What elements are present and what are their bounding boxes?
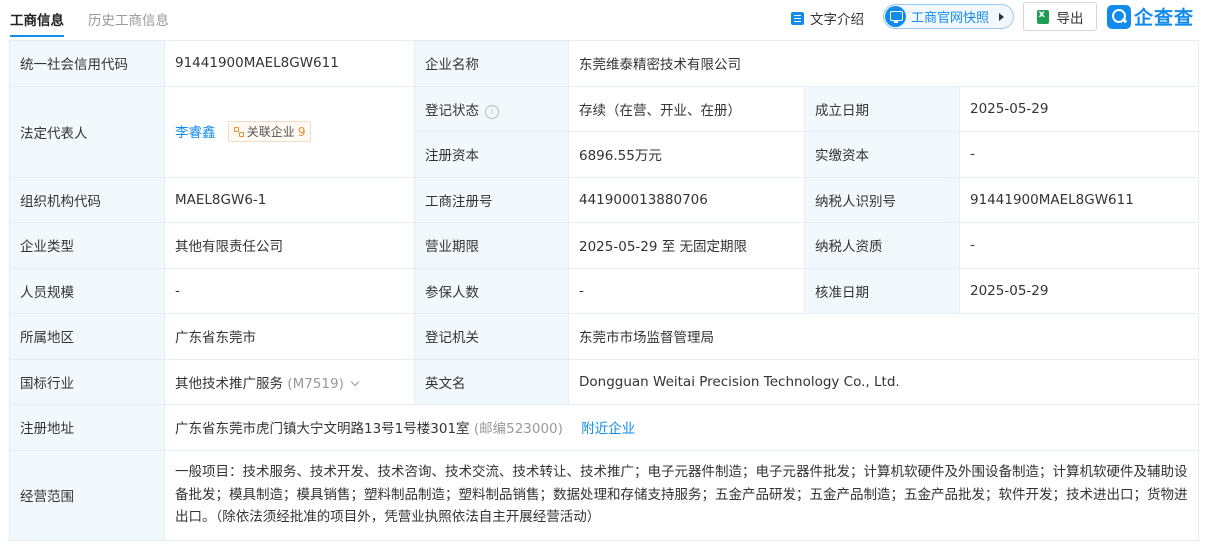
company-name-label: 企业名称 <box>414 40 569 87</box>
table-row: 注册地址 广东省东莞市虎门镇大宁文明路13号1号楼301室 (邮编523000)… <box>9 404 1199 451</box>
address-cell: 广东省东莞市虎门镇大宁文明路13号1号楼301室 (邮编523000) 附近企业 <box>164 404 1199 451</box>
tab-history-business-info[interactable]: 历史工商信息 <box>88 9 169 29</box>
org-code-label: 组织机构代码 <box>9 176 165 223</box>
industry-cell[interactable]: 其他技术推广服务 (M7519) <box>164 358 415 405</box>
postcode: (邮编523000) <box>473 421 563 438</box>
staff-size-value: - <box>164 267 415 314</box>
chevron-down-icon[interactable] <box>350 377 360 386</box>
founded-label: 成立日期 <box>804 85 960 132</box>
taxpayer-qual-value: - <box>959 222 1199 269</box>
credit-code-label: 统一社会信用代码 <box>9 40 165 87</box>
logo-text: 企查查 <box>1134 7 1195 29</box>
english-name-value: Dongguan Weitai Precision Technology Co.… <box>568 358 1199 405</box>
excel-icon <box>1036 9 1049 24</box>
reg-no-value: 441900013880706 <box>568 176 805 223</box>
taxpayer-id-label: 纳税人识别号 <box>804 176 960 223</box>
paid-capital-label: 实缴资本 <box>804 131 960 178</box>
reg-capital-value: 6896.55万元 <box>568 131 805 178</box>
document-icon <box>791 11 804 25</box>
text-intro-label: 文字介绍 <box>810 12 864 28</box>
company-name-value: 东莞维泰精密技术有限公司 <box>568 40 1199 87</box>
info-icon[interactable]: i <box>485 104 499 119</box>
table-row: 企业类型 其他有限责任公司 营业期限 2025-05-29 至 无固定期限 纳税… <box>9 222 1199 269</box>
address-value: 广东省东莞市虎门镇大宁文明路13号1号楼301室 <box>175 421 470 438</box>
taxpayer-id-value: 91441900MAEL8GW611 <box>959 176 1199 223</box>
relation-icon <box>233 126 244 137</box>
snapshot-icon <box>885 6 906 27</box>
taxpayer-qual-label: 纳税人资质 <box>804 222 960 269</box>
export-label: 导出 <box>1056 10 1084 27</box>
tab-business-info[interactable]: 工商信息 <box>10 9 64 37</box>
table-row: 法定代表人 李睿鑫 关联企业 9 登记状态 i 存续（在营、开业、在册） 成立日期… <box>9 85 1199 178</box>
credit-code-value: 91441900MAEL8GW611 <box>164 40 415 87</box>
reg-capital-label: 注册资本 <box>414 131 569 178</box>
region-value: 广东省东莞市 <box>164 313 415 360</box>
reg-no-label: 工商注册号 <box>414 176 569 223</box>
reg-authority-label: 登记机关 <box>414 313 569 360</box>
paid-capital-value: - <box>959 131 1199 178</box>
nearby-companies-link[interactable]: 附近企业 <box>581 421 635 437</box>
legal-rep-cell: 李睿鑫 关联企业 9 <box>164 85 415 178</box>
official-snapshot-button[interactable]: 工商官网快照 <box>883 4 1014 29</box>
status-label: 登记状态 <box>425 102 479 119</box>
company-type-label: 企业类型 <box>9 222 165 269</box>
business-term-value: 2025-05-29 至 无固定期限 <box>568 222 805 269</box>
logo-mark-icon <box>1107 4 1131 29</box>
top-bar: 工商信息 历史工商信息 文字介绍 工商官网快照 导出 企查查 <box>0 0 1206 38</box>
legal-rep-label: 法定代表人 <box>9 85 165 178</box>
play-arrow-icon <box>999 13 1004 21</box>
related-companies-tag[interactable]: 关联企业 9 <box>227 121 312 143</box>
table-row: 国标行业 其他技术推广服务 (M7519) 英文名 Dongguan Weita… <box>9 358 1199 405</box>
status-label-cell: 登记状态 i <box>414 85 569 132</box>
english-name-label: 英文名 <box>414 358 569 405</box>
table-row: 组织机构代码 MAEL8GW6-1 工商注册号 441900013880706 … <box>9 176 1199 223</box>
company-type-value: 其他有限责任公司 <box>164 222 415 269</box>
business-term-label: 营业期限 <box>414 222 569 269</box>
approved-date-value: 2025-05-29 <box>959 267 1199 314</box>
related-companies-label: 关联企业 <box>246 125 295 140</box>
legal-rep-link[interactable]: 李睿鑫 <box>175 125 216 141</box>
reg-authority-value: 东莞市市场监督管理局 <box>568 313 1199 360</box>
insured-value: - <box>568 267 805 314</box>
snapshot-label: 工商官网快照 <box>911 11 990 26</box>
industry-value: 其他技术推广服务 <box>175 375 283 392</box>
insured-label: 参保人数 <box>414 267 569 314</box>
org-code-value: MAEL8GW6-1 <box>164 176 415 223</box>
region-label: 所属地区 <box>9 313 165 360</box>
table-row: 人员规模 - 参保人数 - 核准日期 2025-05-29 <box>9 267 1199 314</box>
text-intro-button[interactable]: 文字介绍 <box>791 8 864 28</box>
table-row: 经营范围 一般项目：技术服务、技术开发、技术咨询、技术交流、技术转让、技术推广；… <box>9 449 1199 541</box>
table-row: 统一社会信用代码 91441900MAEL8GW611 企业名称 东莞维泰精密技… <box>9 40 1199 87</box>
industry-label: 国标行业 <box>9 358 165 405</box>
staff-size-label: 人员规模 <box>9 267 165 314</box>
scope-value: 一般项目：技术服务、技术开发、技术咨询、技术交流、技术转让、技术推广；电子元器件… <box>164 449 1199 541</box>
export-button[interactable]: 导出 <box>1023 2 1097 31</box>
industry-code: (M7519) <box>287 375 344 392</box>
status-value: 存续（在营、开业、在册） <box>568 85 805 132</box>
table-row: 所属地区 广东省东莞市 登记机关 东莞市市场监督管理局 <box>9 313 1199 360</box>
address-label: 注册地址 <box>9 404 165 451</box>
related-companies-count: 9 <box>297 124 306 139</box>
business-info-table: 统一社会信用代码 91441900MAEL8GW611 企业名称 东莞维泰精密技… <box>9 40 1199 541</box>
approved-date-label: 核准日期 <box>804 267 960 314</box>
founded-value: 2025-05-29 <box>959 85 1199 132</box>
qichacha-logo: 企查查 <box>1107 3 1194 30</box>
scope-label: 经营范围 <box>9 449 165 541</box>
